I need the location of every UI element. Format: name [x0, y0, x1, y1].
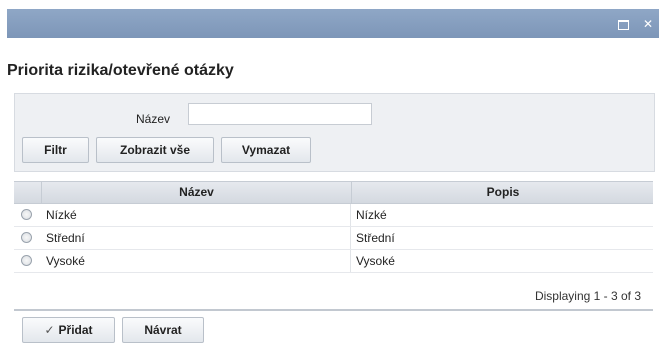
row-radio[interactable]	[21, 232, 32, 243]
close-icon[interactable]: ✕	[642, 18, 654, 30]
checkmark-icon: ✓	[44, 323, 55, 337]
toolbar-divider	[14, 309, 653, 311]
clear-button[interactable]: Vymazat	[221, 137, 311, 163]
row-radio[interactable]	[21, 255, 32, 266]
column-divider	[350, 227, 351, 249]
row-description: Střední	[356, 231, 395, 245]
name-filter-label: Název	[136, 112, 171, 126]
table-row[interactable]: Vysoké Vysoké	[14, 250, 653, 273]
add-button-label: Přidat	[58, 323, 93, 337]
maximize-icon[interactable]	[617, 18, 629, 30]
table-row[interactable]: Nízké Nízké	[14, 204, 653, 227]
header-name[interactable]: Název	[41, 182, 351, 203]
row-radio[interactable]	[21, 209, 32, 220]
row-name: Vysoké	[46, 254, 85, 268]
show-all-button[interactable]: Zobrazit vše	[96, 137, 214, 163]
name-filter-input[interactable]	[188, 103, 372, 125]
column-divider	[350, 204, 351, 226]
header-description[interactable]: Popis	[351, 182, 654, 203]
row-name: Nízké	[46, 208, 77, 222]
add-button[interactable]: ✓ Přidat	[22, 317, 115, 343]
row-description: Vysoké	[356, 254, 395, 268]
row-name: Střední	[46, 231, 85, 245]
page-title: Priorita rizika/otevřené otázky	[7, 62, 234, 79]
row-description: Nízké	[356, 208, 387, 222]
header-select-column	[14, 182, 40, 203]
grid-header: Název Popis	[14, 181, 653, 204]
table-row[interactable]: Střední Střední	[14, 227, 653, 250]
back-button[interactable]: Návrat	[122, 317, 204, 343]
window-titlebar: ✕	[7, 9, 659, 38]
paging-info: Displaying 1 - 3 of 3	[534, 289, 641, 303]
results-grid: Název Popis Nízké Nízké Střední Střední …	[14, 181, 653, 273]
column-divider	[350, 250, 351, 272]
filter-button[interactable]: Filtr	[22, 137, 89, 163]
